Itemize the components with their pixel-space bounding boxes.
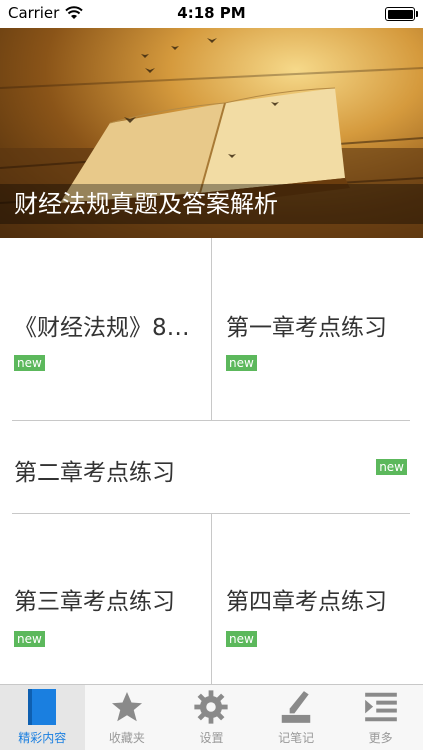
status-time: 4:18 PM bbox=[177, 4, 246, 22]
new-badge: new bbox=[14, 631, 45, 647]
tab-label: 更多 bbox=[368, 731, 393, 745]
list-icon bbox=[361, 687, 401, 727]
divider bbox=[211, 238, 212, 420]
grid-item-label: 第二章考点练习 bbox=[14, 460, 175, 486]
grid-item-3[interactable]: 第三章考点练习 new bbox=[0, 514, 211, 684]
new-badge: new bbox=[14, 355, 45, 371]
divider bbox=[12, 420, 410, 421]
grid-item-2[interactable]: 第二章考点练习 new bbox=[0, 421, 423, 513]
tab-label: 记笔记 bbox=[278, 731, 315, 745]
new-badge: new bbox=[226, 355, 257, 371]
battery-icon bbox=[385, 7, 418, 21]
new-badge: new bbox=[376, 459, 407, 475]
tab-featured[interactable]: 精彩内容 bbox=[0, 685, 85, 750]
tab-more[interactable]: 更多 bbox=[338, 685, 423, 750]
grid-item-0[interactable]: 《财经法规》8… new bbox=[0, 238, 211, 420]
grid-item-label: 第三章考点练习 bbox=[14, 589, 175, 615]
gear-icon bbox=[191, 687, 231, 727]
tab-bar: 精彩内容 收藏夹 设置 记笔记 更多 bbox=[0, 684, 423, 750]
tab-notes[interactable]: 记笔记 bbox=[254, 685, 339, 750]
grid-item-label: 《财经法规》8… bbox=[14, 315, 190, 341]
new-badge: new bbox=[226, 631, 257, 647]
status-bar: Carrier 4:18 PM bbox=[0, 0, 423, 28]
tab-settings[interactable]: 设置 bbox=[169, 685, 254, 750]
star-icon bbox=[107, 687, 147, 727]
grid-item-1[interactable]: 第一章考点练习 new bbox=[212, 238, 423, 420]
divider bbox=[211, 514, 212, 684]
tab-label: 精彩内容 bbox=[18, 731, 67, 745]
pen-icon bbox=[276, 687, 316, 727]
banner-title: 财经法规真题及答案解析 bbox=[0, 184, 423, 224]
grid-item-label: 第四章考点练习 bbox=[226, 589, 387, 615]
grid-item-4[interactable]: 第四章考点练习 new bbox=[212, 514, 423, 684]
grid-item-label: 第一章考点练习 bbox=[226, 315, 387, 341]
tab-label: 收藏夹 bbox=[108, 731, 145, 745]
bookmark-icon bbox=[22, 687, 62, 727]
tab-label: 设置 bbox=[199, 731, 224, 745]
banner[interactable]: 财经法规真题及答案解析 bbox=[0, 28, 423, 238]
tab-favorites[interactable]: 收藏夹 bbox=[85, 685, 170, 750]
